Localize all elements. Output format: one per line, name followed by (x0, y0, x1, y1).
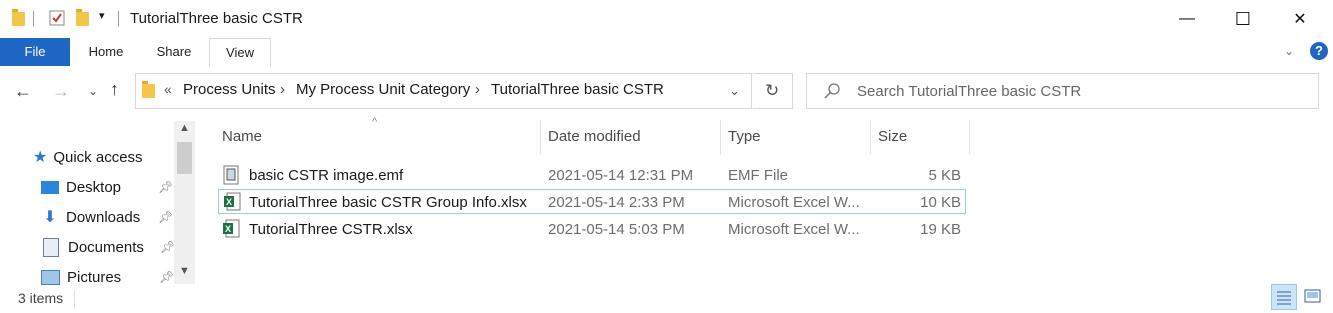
folder-icon (12, 9, 25, 26)
tab-share[interactable]: Share (142, 38, 206, 66)
separator (33, 11, 34, 27)
svg-text:X: X (225, 224, 231, 234)
file-row[interactable]: X TutorialThree basic CSTR Group Info.xl… (218, 189, 966, 214)
refresh-button[interactable]: ↻ (753, 73, 793, 109)
scrollbar-thumb[interactable] (177, 142, 192, 174)
file-date: 2021-05-14 5:03 PM (548, 221, 685, 238)
scroll-up-icon[interactable]: ▲ (179, 122, 190, 134)
up-arrow-icon[interactable]: ↑ (110, 79, 119, 100)
details-view-icon (1277, 291, 1291, 305)
search-icon (823, 82, 841, 103)
nav-label: Quick access (53, 148, 143, 166)
scroll-down-icon[interactable]: ▼ (179, 265, 190, 277)
address-dropdown-icon[interactable]: ⌄ (729, 83, 740, 99)
folder-icon (142, 81, 155, 98)
pictures-icon (41, 269, 60, 285)
file-type: EMF File (728, 167, 788, 184)
refresh-icon: ↻ (765, 81, 780, 100)
file-type: Microsoft Excel W... (728, 221, 860, 238)
sidebar-item-pictures[interactable]: Pictures 📌︎ (41, 262, 175, 292)
column-header-name[interactable]: Name (222, 128, 262, 145)
column-header-type[interactable]: Type (728, 128, 761, 145)
file-size: 19 KB (920, 221, 961, 238)
file-size: 5 KB (928, 167, 961, 184)
new-folder-icon[interactable] (76, 9, 89, 26)
breadcrumb-separator-icon[interactable]: › (280, 81, 285, 98)
title-bar: ▾ TutorialThree basic CSTR — ☐ ✕ (0, 0, 1333, 38)
excel-file-icon: X (223, 192, 241, 212)
file-type: Microsoft Excel W... (728, 194, 860, 211)
column-divider[interactable] (540, 120, 541, 154)
sidebar-item-desktop[interactable]: Desktop 📌︎ (41, 172, 175, 202)
nav-pane: ★ Quick access Desktop 📌︎ ⬇ Downloads 📌︎… (33, 142, 175, 292)
recent-locations-icon[interactable]: ⌄ (88, 84, 98, 98)
file-row[interactable]: basic CSTR image.emf 2021-05-14 12:31 PM… (218, 163, 966, 188)
file-size: 10 KB (920, 194, 961, 211)
column-divider[interactable] (870, 120, 871, 154)
nav-label: Desktop (66, 178, 122, 196)
emf-file-icon (222, 165, 240, 185)
desktop-icon (41, 180, 59, 194)
file-name: TutorialThree CSTR.xlsx (249, 221, 413, 238)
column-header-date[interactable]: Date modified (548, 128, 641, 145)
help-icon[interactable]: ? (1310, 42, 1328, 60)
pin-icon[interactable]: 📌︎ (159, 270, 174, 284)
pin-icon[interactable]: 📌︎ (158, 210, 173, 224)
column-divider[interactable] (720, 120, 721, 154)
chevron-down-icon[interactable]: ⌄ (1284, 44, 1294, 58)
nav-label: Pictures (67, 268, 122, 286)
svg-text:X: X (226, 197, 232, 207)
file-row[interactable]: X TutorialThree CSTR.xlsx 2021-05-14 5:0… (218, 217, 966, 242)
tab-file[interactable]: File (0, 38, 70, 66)
file-name: basic CSTR image.emf (249, 167, 404, 184)
nav-quick-access[interactable]: ★ Quick access (33, 142, 175, 172)
breadcrumb-overflow[interactable]: « (164, 81, 172, 97)
separator (74, 290, 75, 308)
file-name: TutorialThree basic CSTR Group Info.xlsx (249, 194, 527, 211)
nav-label: Documents (68, 238, 144, 256)
large-icons-view-button[interactable] (1300, 284, 1326, 310)
sidebar-item-downloads[interactable]: ⬇ Downloads 📌︎ (41, 202, 175, 232)
details-view-button[interactable] (1271, 284, 1297, 310)
separator (118, 11, 119, 27)
breadcrumb-separator-icon[interactable]: › (475, 81, 480, 98)
properties-icon[interactable] (48, 9, 66, 27)
sidebar-item-documents[interactable]: Documents 📌︎ (41, 232, 175, 262)
excel-file-icon: X (222, 219, 240, 239)
breadcrumb-category[interactable]: My Process Unit Category (296, 81, 470, 98)
column-divider[interactable] (969, 120, 970, 154)
document-icon (43, 237, 59, 257)
download-icon: ⬇ (43, 209, 57, 226)
breadcrumb-process-units[interactable]: Process Units (183, 81, 276, 98)
window-title: TutorialThree basic CSTR (130, 10, 303, 27)
back-arrow-icon[interactable]: ← (14, 81, 32, 102)
search-input[interactable]: Search TutorialThree basic CSTR (806, 73, 1319, 109)
star-icon: ★ (33, 149, 48, 166)
minimize-button[interactable]: — (1159, 0, 1215, 38)
file-date: 2021-05-14 12:31 PM (548, 167, 694, 184)
tab-home[interactable]: Home (76, 38, 136, 66)
breadcrumb-current[interactable]: TutorialThree basic CSTR (491, 81, 664, 98)
tab-view[interactable]: View (209, 38, 271, 67)
pin-icon[interactable]: 📌︎ (158, 180, 173, 194)
close-button[interactable]: ✕ (1272, 0, 1328, 38)
forward-arrow-icon[interactable]: → (52, 81, 70, 102)
nav-label: Downloads (66, 208, 141, 226)
column-header-size[interactable]: Size (878, 128, 907, 145)
customize-quick-access-icon[interactable]: ▾ (99, 9, 105, 22)
sort-ascending-icon: ^ (372, 116, 378, 128)
status-item-count: 3 items (18, 290, 64, 306)
search-placeholder: Search TutorialThree basic CSTR (857, 83, 1082, 100)
pin-icon[interactable]: 📌︎ (160, 240, 175, 254)
maximize-button[interactable]: ☐ (1215, 0, 1271, 38)
file-date: 2021-05-14 2:33 PM (548, 194, 685, 211)
large-icons-view-icon (1304, 289, 1321, 303)
